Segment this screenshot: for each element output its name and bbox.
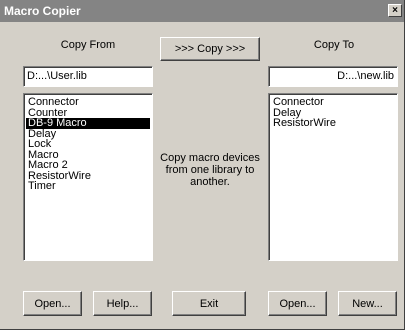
- list-item[interactable]: ResistorWire: [271, 118, 395, 129]
- list-item[interactable]: Lock: [26, 139, 150, 150]
- exit-button[interactable]: Exit: [172, 291, 246, 316]
- target-macro-list[interactable]: Connector Delay ResistorWire: [268, 93, 398, 261]
- list-item[interactable]: Connector: [26, 97, 150, 108]
- list-item[interactable]: Macro 2: [26, 160, 150, 171]
- copy-to-label: Copy To: [313, 39, 355, 51]
- description-text: Copy macro devices from one library to a…: [160, 152, 260, 188]
- target-library-path[interactable]: D:...\new.lib: [268, 66, 398, 87]
- source-library-path[interactable]: D:...\User.lib: [23, 66, 153, 87]
- copy-button[interactable]: >>> Copy >>>: [160, 37, 260, 61]
- close-button[interactable]: ×: [388, 4, 402, 17]
- window-title: Macro Copier: [4, 4, 81, 18]
- list-item[interactable]: Timer: [26, 181, 150, 192]
- source-open-button[interactable]: Open...: [23, 291, 82, 316]
- title-bar[interactable]: Macro Copier ×: [0, 0, 404, 22]
- close-icon: ×: [392, 5, 398, 16]
- new-library-button[interactable]: New...: [338, 291, 397, 316]
- list-item[interactable]: Connector: [271, 97, 395, 108]
- help-button[interactable]: Help...: [93, 291, 152, 316]
- source-macro-list[interactable]: Connector Counter DB-9 Macro Delay Lock Macro…: [23, 93, 153, 261]
- copy-from-label: Copy From: [60, 39, 116, 51]
- target-open-button[interactable]: Open...: [268, 291, 327, 316]
- macro-copier-window: Macro Copier × Copy From D:...\User.lib …: [0, 0, 405, 330]
- list-item[interactable]: DB-9 Macro: [26, 118, 150, 129]
